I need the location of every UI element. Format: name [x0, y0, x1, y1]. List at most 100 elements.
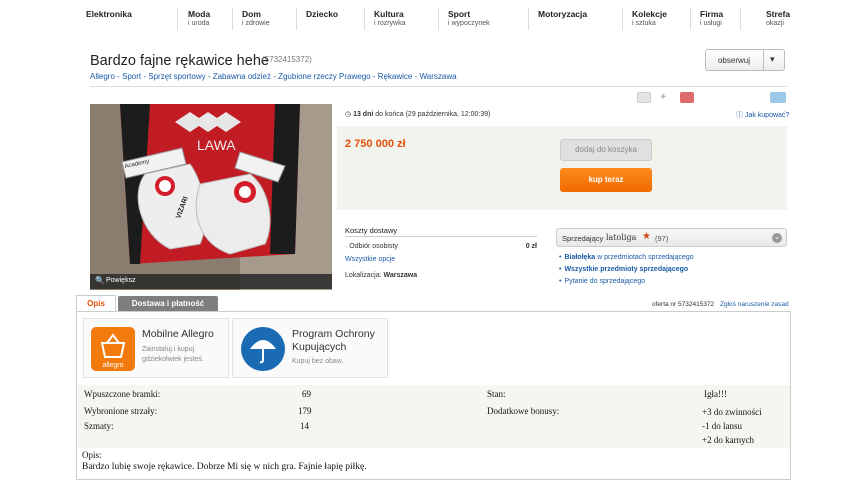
breadcrumb-link[interactable]: Warszawa	[420, 72, 457, 81]
nav-item-sport[interactable]: Sport i wypoczynek	[448, 10, 490, 28]
price: 2 750 000 zł	[345, 138, 406, 150]
attributes-table	[78, 385, 790, 448]
nav-label: Sport	[448, 9, 471, 19]
nav-divider	[438, 8, 439, 30]
nav-item-strefa[interactable]: Strefa okazji	[766, 10, 790, 28]
zoom-label: Powiększ	[106, 277, 136, 284]
breadcrumb-link[interactable]: Zgubione rzeczy Prawego	[278, 72, 371, 81]
nav-item-motoryzacja[interactable]: Motoryzacja	[538, 10, 587, 19]
nav-sublabel: i usługi	[700, 20, 722, 27]
nav-sublabel: i sztuka	[632, 20, 656, 27]
magnifier-icon: 🔍	[95, 276, 105, 285]
chevron-down-icon[interactable]: ▾	[770, 54, 775, 65]
card-title: Mobilne Allegro	[142, 328, 214, 340]
seller-link-question[interactable]: • Pytanie do sprzedającego	[559, 278, 645, 285]
add-to-cart-button[interactable]: dodaj do koszyka	[560, 139, 652, 161]
attr-label: Szmaty:	[84, 421, 114, 431]
gg-share-icon[interactable]	[770, 92, 786, 103]
breadcrumb-separator: -	[114, 72, 123, 81]
nav-label: Dom	[242, 9, 261, 19]
buyer-protection-card[interactable]: Program Ochrony Kupujących Kupuj bez oba…	[232, 318, 388, 378]
clock-icon: ◷	[345, 111, 352, 118]
shipping-option-label: Odbiór osobisty	[349, 243, 398, 250]
attr-value: +3 do zwinności	[702, 407, 762, 417]
card-subtitle: Zainstaluj i kupuj	[142, 346, 195, 353]
google-plus-icon[interactable]	[680, 92, 694, 103]
all-options-link[interactable]: Wszystkie opcje	[345, 256, 395, 263]
email-share-icon[interactable]	[637, 92, 651, 103]
nav-item-kultura[interactable]: Kultura i rozrywka	[374, 10, 406, 28]
breadcrumb-separator: -	[205, 72, 213, 81]
attr-value: +2 do karnych	[702, 435, 755, 445]
nav-divider	[177, 8, 178, 30]
seller-box[interactable]: Sprzedający latoliga ★ (97) ⌄	[556, 228, 787, 247]
nav-sublabel: i zdrowie	[242, 20, 270, 27]
breadcrumb-link[interactable]: Allegro	[90, 72, 115, 81]
buy-now-button[interactable]: kup teraz	[560, 168, 652, 192]
breadcrumb-separator: -	[370, 72, 378, 81]
seller-link-all-items[interactable]: • Wszystkie przedmioty sprzedającego	[559, 266, 688, 273]
watch-button[interactable]: obserwuj ▾	[705, 49, 785, 71]
nav-sublabel: i rozrywka	[374, 20, 406, 27]
nav-label: Strefa	[766, 9, 791, 19]
nav-label: Dziecko	[306, 9, 339, 19]
attr-label: Wybronione strzały:	[84, 406, 158, 416]
end-date: do końca (29 października, 12:00:39)	[375, 111, 491, 118]
offer-id: (5732415372)	[262, 55, 312, 64]
how-to-buy-link[interactable]: ⓘ Jak kupować?	[736, 110, 789, 120]
nav-item-dziecko[interactable]: Dziecko	[306, 10, 338, 19]
nav-label: Elektronika	[86, 9, 132, 19]
description-label: Opis:	[82, 450, 102, 460]
tab-description[interactable]: Opis	[76, 295, 116, 312]
nav-item-kolekcje[interactable]: Kolekcje i sztuka	[632, 10, 667, 28]
nav-divider	[296, 8, 297, 30]
nav-item-elektronika[interactable]: Elektronika	[86, 10, 132, 19]
report-link[interactable]: Zgłoś naruszenie zasad	[720, 301, 789, 308]
offer-number: oferta nr 5732415372	[652, 301, 715, 308]
seller-name[interactable]: latoliga	[606, 233, 636, 242]
gloves-image: LAWA Academy VIZARI	[90, 104, 332, 290]
shipping-option: · Odbiór osobisty 0 zł	[345, 243, 537, 250]
divider	[345, 236, 537, 237]
divider	[763, 50, 764, 70]
attr-value: 179	[298, 406, 312, 416]
card-title: Kupujących	[292, 341, 347, 353]
tab-delivery-payment[interactable]: Dostawa i płatność	[118, 296, 218, 311]
attr-value: -1 do lansu	[702, 421, 742, 431]
breadcrumb-separator: -	[412, 72, 420, 81]
nav-divider	[740, 8, 741, 30]
zoom-button[interactable]: 🔍 Powiększ	[90, 274, 332, 289]
breadcrumb-link[interactable]: Rękawice	[378, 72, 413, 81]
nav-label: Kultura	[374, 9, 404, 19]
bullet-icon: ·	[345, 243, 348, 250]
nav-divider	[232, 8, 233, 30]
breadcrumb-link[interactable]: Sprzęt sportowy	[148, 72, 205, 81]
nav-label: Motoryzacja	[538, 9, 588, 19]
seller-link-text: Pytanie do sprzedającego	[564, 278, 646, 285]
card-title: Program Ochrony	[292, 328, 375, 340]
expand-icon[interactable]: ⌄	[772, 233, 782, 243]
divider	[90, 86, 787, 87]
nav-divider	[528, 8, 529, 30]
allegro-basket-icon: allegro	[91, 327, 135, 371]
nav-divider	[690, 8, 691, 30]
breadcrumb-link[interactable]: Zabawna odzież	[213, 72, 271, 81]
nav-item-moda[interactable]: Moda i uroda	[188, 10, 210, 28]
attr-label: Stan:	[487, 389, 506, 399]
nav-item-firma[interactable]: Firma i usługi	[700, 10, 723, 28]
nav-label: Firma	[700, 9, 724, 19]
page-title: Bardzo fajne rękawice hehe	[90, 53, 269, 69]
nav-item-dom[interactable]: Dom i zdrowie	[242, 10, 270, 28]
shipping-header: Koszty dostawy	[345, 226, 398, 235]
breadcrumb-link[interactable]: Sport	[122, 72, 141, 81]
attr-label: Dodatkowe bonusy:	[487, 406, 560, 416]
breadcrumb: Allegro - Sport - Sprzęt sportowy - Zaba…	[90, 72, 457, 81]
nav-sublabel: okazji	[766, 20, 784, 27]
attr-label: Wpuszczone bramki:	[84, 389, 161, 399]
mobile-allegro-card[interactable]: allegro Mobilne Allegro Zainstaluj i kup…	[83, 318, 229, 378]
shipping-option-value: 0 zł	[525, 243, 537, 250]
svg-text:allegro: allegro	[102, 362, 123, 369]
product-photo[interactable]: LAWA Academy VIZARI	[90, 104, 332, 290]
seller-link-location[interactable]: • Białołęka w przedmiotach sprzedającego	[559, 254, 694, 261]
twitter-icon[interactable]: ✦	[659, 92, 673, 103]
